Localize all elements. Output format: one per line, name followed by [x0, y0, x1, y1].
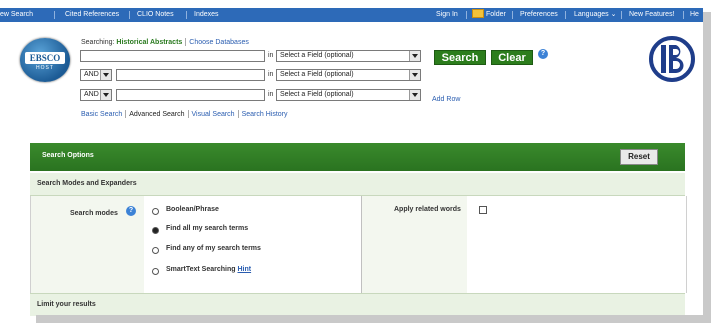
hint-link[interactable]: Hint [237, 266, 251, 273]
search-modes-section: Search modes ? Boolean/Phrase Find all m… [30, 196, 687, 293]
help-icon[interactable]: ? [538, 49, 548, 59]
nav-new-features[interactable]: New Features! [629, 8, 675, 22]
searching-label: Searching: [81, 38, 115, 46]
nav-indexes[interactable]: Indexes [194, 8, 219, 22]
ebsco-logo-plate: EBSCO [25, 52, 65, 64]
in-label: in [268, 52, 274, 59]
field-select-text: Select a Field (optional) [280, 91, 354, 98]
search-input-1[interactable] [80, 50, 265, 62]
search-modes-label: Search modes [70, 210, 118, 217]
smarttext-label: SmartText Searching [166, 266, 236, 273]
limit-results-header: Limit your results [30, 293, 685, 316]
ebsco-logo-host: HOST [36, 65, 54, 71]
nav-separator [683, 11, 684, 19]
nav-languages[interactable]: Languages ⌄ [574, 8, 616, 22]
nav-preferences[interactable]: Preferences [520, 8, 558, 22]
search-history-link[interactable]: Search History [242, 111, 288, 118]
field-select-2[interactable]: Select a Field (optional) [276, 69, 421, 81]
mode-find-any-label: Find any of my search terms [166, 245, 261, 252]
institution-logo [649, 36, 695, 82]
search-options-header: Search Options [30, 143, 685, 171]
choose-databases-link[interactable]: Choose Databases [189, 39, 249, 46]
modes-expanders-title: Search Modes and Expanders [37, 180, 137, 187]
search-input-3[interactable] [116, 89, 265, 101]
nav-folder[interactable]: Folder [472, 8, 506, 22]
basic-search-link[interactable]: Basic Search [81, 111, 122, 118]
page: ew Search Cited References CLIO Notes In… [0, 0, 703, 316]
searching-line: Searching: Historical Abstracts Choose Da… [81, 38, 249, 46]
limit-results-title: Limit your results [37, 301, 96, 308]
radio-find-all[interactable] [152, 227, 159, 234]
nav-separator [565, 11, 566, 19]
page-shadow [36, 315, 711, 323]
field-select-1[interactable]: Select a Field (optional) [276, 50, 421, 62]
modes-label-cell: Search modes ? [31, 196, 144, 293]
nav-new-search[interactable]: ew Search [0, 8, 33, 22]
operator-select-text: AND [84, 91, 99, 98]
modes-expanders-header: Search Modes and Expanders [30, 173, 685, 196]
folder-icon [472, 8, 484, 18]
nav-folder-label: Folder [486, 11, 506, 18]
add-row-link[interactable]: Add Row [432, 96, 460, 103]
radio-find-any[interactable] [152, 247, 159, 254]
in-label: in [268, 71, 274, 78]
mode-boolean-phrase-label: Boolean/Phrase [166, 206, 219, 213]
nav-separator [512, 11, 513, 19]
chevron-down-icon [100, 90, 111, 100]
related-words-label-cell: Apply related words [361, 196, 467, 293]
nav-cited-references[interactable]: Cited References [65, 8, 119, 22]
chevron-down-icon [409, 90, 420, 100]
search-button[interactable]: Search [434, 50, 486, 65]
related-words-checkbox[interactable] [479, 206, 487, 214]
divider [187, 110, 189, 118]
field-select-text: Select a Field (optional) [280, 52, 354, 59]
clear-button[interactable]: Clear [491, 50, 533, 65]
related-words-label: Apply related words [394, 206, 461, 213]
reset-button[interactable]: Reset [620, 149, 658, 165]
operator-select-text: AND [84, 71, 99, 78]
operator-select-1[interactable]: AND [80, 69, 112, 81]
nav-separator [466, 11, 467, 19]
nav-help[interactable]: He [690, 8, 699, 22]
ebsco-logo[interactable]: EBSCO HOST [20, 38, 70, 82]
nav-separator [129, 11, 130, 19]
mode-find-all-label: Find all my search terms [166, 225, 249, 232]
mode-smarttext-label: SmartText Searching Hint [166, 266, 251, 273]
nav-separator [186, 11, 187, 19]
chevron-down-icon [409, 51, 420, 61]
search-links: Basic Search Advanced Search Visual Search… [81, 110, 288, 118]
search-input-2[interactable] [116, 69, 265, 81]
field-select-text: Select a Field (optional) [280, 71, 354, 78]
radio-smarttext[interactable] [152, 268, 159, 275]
divider [237, 110, 239, 118]
divider [125, 110, 127, 118]
chevron-down-icon [409, 70, 420, 80]
nav-separator [54, 11, 55, 19]
database-name: Historical Abstracts [116, 38, 183, 46]
ebsco-logo-text: EBSCO [29, 53, 61, 63]
nav-sign-in[interactable]: Sign In [436, 8, 458, 22]
visual-search-link[interactable]: Visual Search [192, 111, 235, 118]
radio-boolean-phrase[interactable] [152, 208, 159, 215]
help-icon[interactable]: ? [126, 206, 136, 216]
field-select-3[interactable]: Select a Field (optional) [276, 89, 421, 101]
nav-separator [621, 11, 622, 19]
in-label: in [268, 91, 274, 98]
search-options-title: Search Options [42, 152, 94, 159]
nav-clio-notes[interactable]: CLIO Notes [137, 8, 174, 22]
chevron-down-icon [100, 70, 111, 80]
page-shadow [703, 12, 711, 323]
top-nav: ew Search Cited References CLIO Notes In… [0, 8, 703, 22]
divider [185, 38, 187, 46]
advanced-search-link[interactable]: Advanced Search [129, 111, 184, 118]
operator-select-2[interactable]: AND [80, 89, 112, 101]
